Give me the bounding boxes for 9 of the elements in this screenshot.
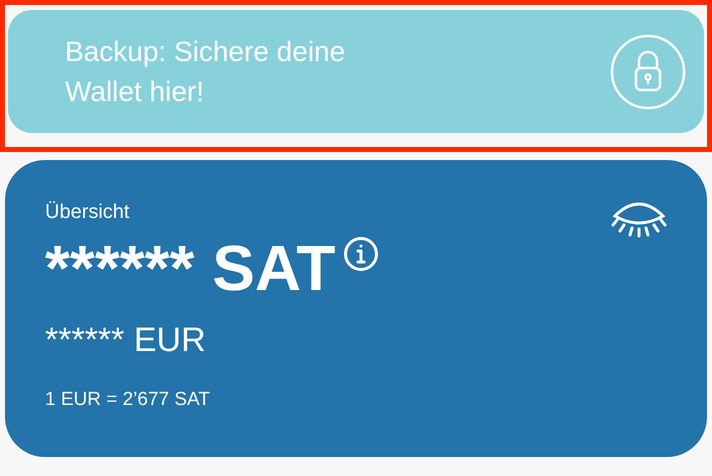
exchange-rate: 1 EUR = 2’677 SAT [45,388,210,412]
banner-text: Backup: Sichere deine Wallet hier! [65,34,346,108]
eur-balance: ****** EUR [45,320,206,360]
sat-balance: ****** SAT [45,231,336,306]
info-icon[interactable] [343,236,380,272]
backup-banner[interactable]: Backup: Sichere deine Wallet hier! [8,10,704,133]
card-title: Übersicht [45,200,130,224]
lock-icon [610,34,686,110]
eye-closed-icon[interactable] [611,200,667,240]
